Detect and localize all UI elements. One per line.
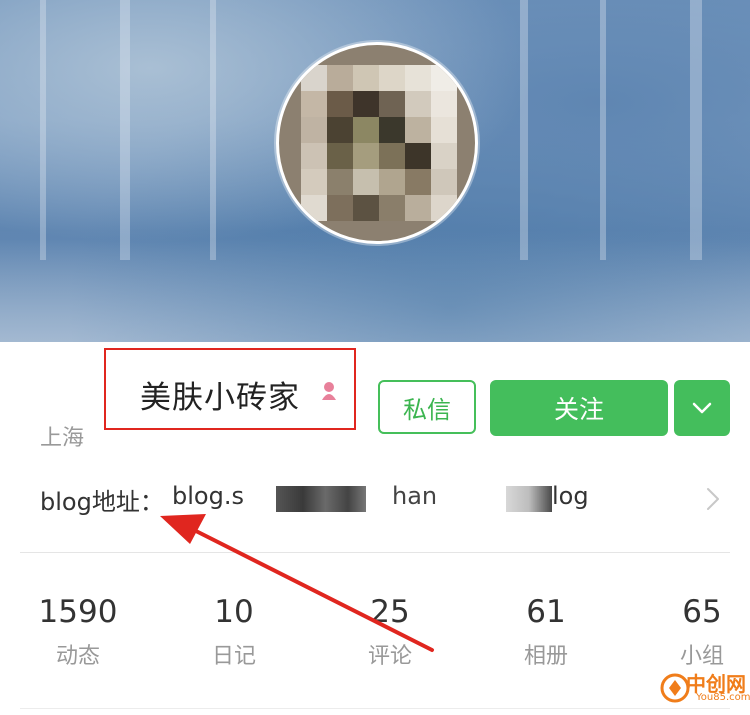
avatar[interactable]	[276, 42, 478, 244]
stat-value: 65	[682, 594, 722, 630]
stat-label: 日记	[211, 644, 256, 669]
redacted-block	[276, 486, 366, 512]
stat-value: 1590	[38, 594, 118, 630]
blog-url-part-3: log	[552, 482, 589, 510]
stat-groups[interactable]: 65 小组	[652, 594, 750, 670]
stat-value: 10	[214, 594, 254, 630]
stat-label: 评论	[367, 644, 412, 669]
watermark-subtext: You85.com	[696, 692, 750, 703]
stat-albums[interactable]: 61 相册	[496, 594, 596, 670]
divider	[20, 552, 730, 553]
watermark-logo: 中创网 You85.com	[660, 668, 750, 712]
stat-comments[interactable]: 25 评论	[340, 594, 440, 670]
chevron-down-icon	[692, 402, 712, 414]
stat-label: 动态	[55, 644, 100, 669]
stat-label: 相册	[523, 644, 568, 669]
blog-label: blog地址：	[40, 488, 164, 516]
stat-label: 小组	[679, 644, 724, 669]
stat-value: 25	[370, 594, 410, 630]
blog-address-row[interactable]: blog地址： blog.s han log	[0, 468, 750, 532]
more-options-button[interactable]	[674, 380, 730, 436]
stat-posts[interactable]: 1590 动态	[28, 594, 128, 670]
divider	[20, 708, 730, 709]
stat-value: 61	[526, 594, 566, 630]
female-icon	[322, 382, 336, 400]
stat-diaries[interactable]: 10 日记	[184, 594, 284, 670]
message-button[interactable]: 私信	[378, 380, 476, 434]
profile-name: 美肤小砖家	[140, 380, 300, 416]
follow-button[interactable]: 关注	[490, 380, 668, 436]
profile-location: 上海	[40, 426, 85, 451]
blog-url-part-2: han	[392, 482, 438, 510]
redacted-block	[506, 486, 552, 512]
blog-url-part-1: blog.s	[172, 482, 244, 510]
chevron-right-icon	[707, 488, 719, 510]
